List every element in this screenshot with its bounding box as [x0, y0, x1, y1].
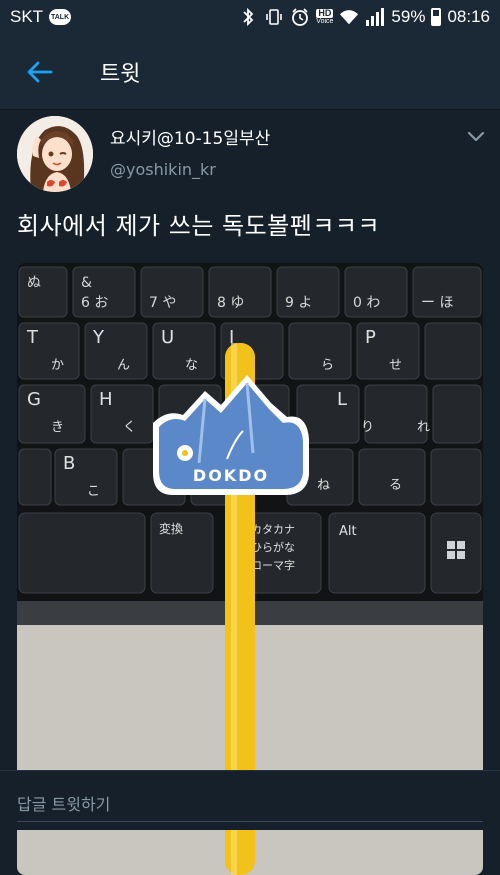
key-romaji-label: ローマ字 [251, 558, 295, 572]
tweet-text: 회사에서 제가 쓰는 독도볼펜ㅋㅋㅋ [17, 212, 381, 240]
author-name[interactable]: 요시키@10-15일부산 [110, 124, 270, 149]
top-app-bar: 트윗 [0, 34, 500, 110]
key-l-kana: り [361, 420, 374, 435]
key-t-kana: か [51, 358, 64, 373]
key-l-label: L [337, 389, 347, 410]
key-b-label: B [63, 453, 75, 474]
page-title: 트윗 [100, 61, 141, 87]
svg-text:6 お: 6 お [81, 295, 108, 311]
key-hiragana-label: ひらがな [251, 540, 295, 554]
svg-text:7 や: 7 や [149, 295, 176, 311]
reply-input[interactable]: 답글 트윗하기 [17, 791, 110, 815]
svg-text:9 よ: 9 よ [285, 295, 312, 311]
key-g-label: G [27, 389, 41, 410]
svg-text:0 わ: 0 わ [353, 295, 380, 311]
clock: 08:16 [447, 7, 490, 26]
avatar[interactable] [17, 116, 93, 192]
carrier-label: SKT [10, 7, 44, 26]
key-comma-kana: ね [317, 478, 330, 493]
svg-text:8 ゆ: 8 ゆ [217, 295, 244, 311]
vibrate-icon [264, 7, 284, 27]
alarm-icon [290, 7, 310, 27]
key-alt-label: Alt [339, 524, 357, 539]
status-bar: SKT TALK HD Voice 59% 08:16 [0, 0, 500, 34]
wifi-icon [339, 7, 359, 27]
key-t-label: T [26, 327, 39, 348]
author-handle[interactable]: @yoshikin_kr [110, 160, 216, 179]
back-button[interactable] [0, 34, 80, 110]
key-p-label: P [365, 327, 376, 348]
key-h-kana: く [123, 420, 136, 435]
key-u-kana: な [185, 358, 198, 373]
key-period-kana: る [389, 478, 402, 493]
anime-girl-avatar-image [17, 116, 93, 192]
arrow-left-icon [27, 61, 53, 82]
key-u-label: U [161, 327, 174, 348]
key-b-kana: こ [87, 484, 100, 499]
battery-icon [431, 8, 442, 26]
reply-bar: 답글 트윗하기 [0, 770, 500, 830]
key-p-kana: せ [389, 358, 402, 373]
svg-text:ぬ: ぬ [27, 275, 41, 291]
bluetooth-icon [238, 7, 258, 27]
badge-text: DOKDO [193, 466, 269, 485]
svg-text:&: & [81, 275, 92, 291]
battery-percent: 59% [391, 7, 426, 26]
key-katakana-label: カタカナ [251, 523, 295, 536]
reply-underline [17, 821, 483, 822]
key-o-kana: ら [321, 358, 334, 373]
chevron-down-icon[interactable] [464, 124, 488, 148]
key-g-kana: き [51, 420, 64, 435]
svg-text:ー ほ: ー ほ [421, 295, 453, 311]
key-semicolon-kana: れ [417, 420, 430, 435]
kakaotalk-icon: TALK [49, 9, 72, 25]
key-h-label: H [99, 389, 113, 410]
key-henkan-label: 変換 [159, 521, 183, 536]
hd-voice-icon: HD Voice [316, 8, 334, 26]
key-y-kana: ん [117, 358, 130, 373]
key-y-label: Y [92, 327, 105, 348]
signal-icon [365, 7, 385, 27]
